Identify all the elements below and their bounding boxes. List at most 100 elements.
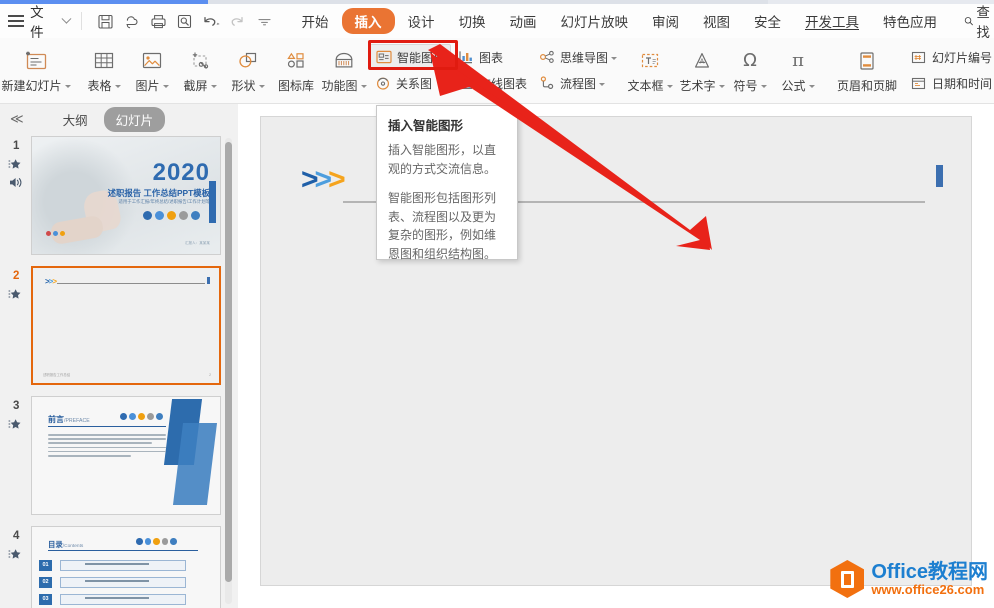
print-icon[interactable] xyxy=(146,9,170,33)
icon-library-icon xyxy=(284,48,308,74)
chart-icon xyxy=(456,48,475,67)
table-label: 表格 xyxy=(87,77,121,94)
panel-header: ≪ 大纲 幻灯片 xyxy=(0,104,238,134)
tab-transition[interactable]: 切换 xyxy=(448,8,497,34)
chevron-down-icon[interactable] xyxy=(64,84,71,88)
animation-star-icon[interactable] xyxy=(8,548,23,561)
slide-thumbnail-item[interactable]: 3 前言/PREFACE xyxy=(0,394,226,524)
chevron-down-icon[interactable] xyxy=(61,13,72,23)
slide-indicator-icons xyxy=(8,288,23,301)
accent-bar xyxy=(209,181,216,223)
mind-map-button[interactable]: 思维导图 xyxy=(532,44,622,70)
tab-outline[interactable]: 大纲 xyxy=(51,107,100,132)
tab-review[interactable]: 审阅 xyxy=(641,8,690,34)
formula-button[interactable]: π 公式 xyxy=(774,38,822,100)
cloud-sync-icon[interactable] xyxy=(120,9,144,33)
chevron-down-icon[interactable] xyxy=(162,84,169,88)
chevron-down-icon[interactable] xyxy=(360,84,367,88)
redo-icon[interactable] xyxy=(226,9,250,33)
tab-security[interactable]: 安全 xyxy=(743,8,792,34)
slide-1-deco-dots xyxy=(46,231,65,236)
picture-button[interactable]: 图片 xyxy=(128,38,176,100)
toc-item-number: 03 xyxy=(39,594,52,605)
toc-item: 01 xyxy=(39,560,186,571)
slide-thumbnail-item[interactable]: 4 目录/Contents 01 02 03 04 xyxy=(0,524,226,608)
watermark-line-2: www.office26.com xyxy=(871,581,985,597)
svg-text:π: π xyxy=(792,50,804,71)
tab-design[interactable]: 设计 xyxy=(397,8,446,34)
tab-insert[interactable]: 插入 xyxy=(341,8,395,34)
chevron-down-icon[interactable] xyxy=(808,84,815,88)
chevron-2: > xyxy=(314,163,332,196)
tab-slides[interactable]: 幻灯片 xyxy=(103,106,166,132)
animation-star-icon[interactable] xyxy=(8,418,23,431)
find-button[interactable]: 查找 xyxy=(964,1,994,41)
new-slide-button[interactable]: 新建幻灯片 xyxy=(0,38,72,100)
shape-label: 形状 xyxy=(231,77,265,94)
toc-item: 02 xyxy=(39,577,186,588)
toc-item-number: 01 xyxy=(39,560,52,571)
wps-presentation-window: 文件 开始 插入 设计 切换 动画 幻灯片放映 审阅 视图 安全 开发工具 特色… xyxy=(0,0,994,608)
mind-map-icon xyxy=(537,48,556,67)
slide-thumbnail-list[interactable]: 1 2020 述职报告 工作总结PPT模板 适用于工作汇报/年终总结/述职报告/… xyxy=(0,134,226,608)
ribbon-tab-list: 开始 插入 设计 切换 动画 幻灯片放映 审阅 视图 安全 开发工具 特色应用 xyxy=(291,8,949,34)
print-preview-icon[interactable] xyxy=(173,9,197,33)
tab-developer-tools[interactable]: 开发工具 xyxy=(794,8,870,34)
shape-button[interactable]: 形状 xyxy=(224,38,272,100)
accent-bar xyxy=(207,277,210,284)
symbol-button[interactable]: Ω 符号 xyxy=(726,38,774,100)
flow-chart-button[interactable]: 流程图 xyxy=(532,70,622,96)
word-art-button[interactable]: A 艺术字 xyxy=(678,38,726,100)
tab-slideshow[interactable]: 幻灯片放映 xyxy=(550,8,640,34)
word-art-icon: A xyxy=(690,48,714,74)
save-icon[interactable] xyxy=(93,9,117,33)
collapse-panel-icon[interactable]: ≪ xyxy=(10,111,24,127)
chevron-down-icon[interactable] xyxy=(611,56,618,60)
search-icon xyxy=(964,17,973,26)
chevron-down-icon[interactable] xyxy=(599,82,606,86)
slide-thumbnail-item[interactable]: 1 2020 述职报告 工作总结PPT模板 适用于工作汇报/年终总结/述职报告/… xyxy=(0,134,226,264)
slide-thumbnail-item[interactable]: 2 >>> 述职报告工作总结 2 xyxy=(0,264,226,394)
audio-speaker-icon[interactable] xyxy=(8,176,23,189)
slide-thumbnail[interactable]: 目录/Contents 01 02 03 04 xyxy=(31,526,221,608)
tab-view[interactable]: 视图 xyxy=(692,8,741,34)
tab-animation[interactable]: 动画 xyxy=(499,8,548,34)
tab-featured-apps[interactable]: 特色应用 xyxy=(872,8,948,34)
slide-thumbnail[interactable]: 2020 述职报告 工作总结PPT模板 适用于工作汇报/年终总结/述职报告/工作… xyxy=(31,136,221,255)
slide-thumbnail-selected[interactable]: >>> 述职报告工作总结 2 xyxy=(31,266,221,385)
function-chart-button[interactable]: 功能图 xyxy=(320,38,368,100)
table-button[interactable]: 表格 xyxy=(80,38,128,100)
menu-bar: 文件 开始 插入 设计 切换 动画 幻灯片放映 审阅 视图 安全 开发工具 特色… xyxy=(0,1,994,41)
chevron-down-icon[interactable] xyxy=(718,84,725,88)
tab-start[interactable]: 开始 xyxy=(291,8,340,34)
slide-canvas[interactable]: >>> xyxy=(260,116,972,586)
animation-star-icon[interactable] xyxy=(8,288,23,301)
chevron-down-icon[interactable] xyxy=(114,84,121,88)
icon-library-button[interactable]: 图标库 xyxy=(272,38,320,100)
animation-star-icon[interactable] xyxy=(8,158,23,171)
file-menu-label[interactable]: 文件 xyxy=(30,1,55,41)
undo-icon[interactable] xyxy=(199,9,223,33)
tooltip-paragraph-2: 智能图形包括图形列表、流程图以及更为复杂的图形，例如维恩图和组织结构图。 xyxy=(388,191,497,261)
watermark-line-1: Office教程网 xyxy=(871,560,988,583)
screenshot-button[interactable]: 截屏 xyxy=(176,38,224,100)
slide-thumbnail[interactable]: 前言/PREFACE xyxy=(31,396,221,515)
slide-number-button[interactable]: 幻灯片编号 xyxy=(904,44,994,70)
shape-icon xyxy=(236,48,260,74)
chevron-down-icon[interactable] xyxy=(258,84,265,88)
online-chart-button[interactable]: 在线图表 xyxy=(451,70,532,96)
chevron-down-icon[interactable] xyxy=(666,84,673,88)
chart-button[interactable]: 图表 xyxy=(451,44,532,70)
relation-chart-button[interactable]: 关系图 xyxy=(368,70,451,96)
hamburger-icon[interactable] xyxy=(8,15,24,27)
date-time-button[interactable]: 日期和时间 xyxy=(904,70,994,96)
thumbnail-scrollbar[interactable] xyxy=(225,138,232,604)
smart-graphic-button[interactable]: 智能图形 xyxy=(368,44,452,70)
find-label: 查找 xyxy=(976,5,990,40)
customize-toolbar-icon[interactable] xyxy=(252,9,276,33)
chevron-down-icon[interactable] xyxy=(210,84,217,88)
scrollbar-thumb[interactable] xyxy=(225,142,232,582)
chevron-down-icon[interactable] xyxy=(760,84,767,88)
header-footer-button[interactable]: 页眉和页脚 xyxy=(830,38,904,100)
text-box-button[interactable]: 文本框 xyxy=(622,38,678,100)
